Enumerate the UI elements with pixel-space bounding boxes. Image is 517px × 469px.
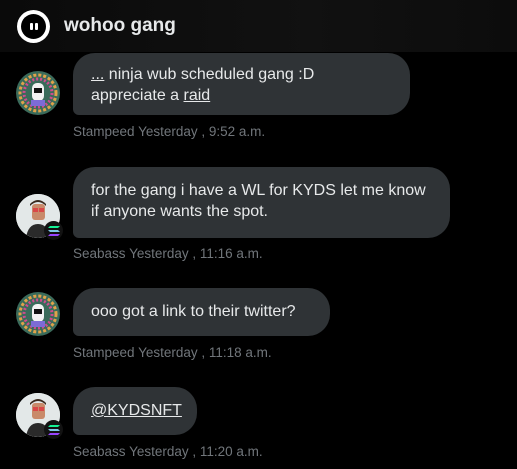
group-avatar-dot — [29, 23, 33, 30]
message-meta: Seabass Yesterday , 11:20 a.m. — [73, 444, 263, 459]
avatar-stampeed[interactable] — [16, 71, 60, 115]
group-avatar-dot — [34, 23, 38, 30]
avatar-stampeed[interactable] — [16, 292, 60, 336]
mention-link[interactable]: @KYDSNFT — [91, 402, 182, 419]
avatar-seabass[interactable] — [16, 194, 63, 240]
message-bubble[interactable]: for the gang i have a WL for KYDS let me… — [73, 167, 450, 238]
avatar-seabass[interactable] — [16, 393, 63, 439]
message-bubble[interactable]: ... ninja wub scheduled gang :D apprecia… — [73, 53, 410, 115]
solana-badge-icon — [44, 420, 63, 439]
group-avatar-icon[interactable] — [17, 10, 50, 43]
message-timestamp: Yesterday , 11:20 a.m. — [129, 444, 263, 459]
stampeed-avatar-image — [16, 292, 60, 336]
message-meta: Seabass Yesterday , 11:16 a.m. — [73, 246, 263, 261]
group-avatar-inner — [21, 14, 46, 39]
conversation-header: wohoo gang — [0, 0, 517, 52]
message-text: ooo got a link to their twitter? — [91, 303, 296, 320]
sender-name[interactable]: Seabass — [73, 246, 126, 261]
message-meta: Stampeed Yesterday , 11:18 a.m. — [73, 345, 272, 360]
solana-badge-icon — [44, 221, 63, 240]
message-timestamp: Yesterday , 9:52 a.m. — [138, 124, 266, 139]
message-bubble[interactable]: @KYDSNFT — [73, 387, 197, 435]
conversation-title[interactable]: wohoo gang — [64, 15, 176, 37]
message-text: for the gang i have a WL for KYDS let me… — [91, 182, 426, 220]
sender-name[interactable]: Seabass — [73, 444, 126, 459]
message-timestamp: Yesterday , 11:18 a.m. — [138, 345, 272, 360]
stampeed-avatar-image — [16, 71, 60, 115]
message-timestamp: Yesterday , 11:16 a.m. — [129, 246, 263, 261]
sender-name[interactable]: Stampeed — [73, 345, 135, 360]
message-bubble[interactable]: ooo got a link to their twitter? — [73, 288, 330, 336]
raid-link[interactable]: raid — [184, 87, 211, 104]
truncation-link[interactable]: ... — [91, 66, 104, 83]
message-meta: Stampeed Yesterday , 9:52 a.m. — [73, 124, 265, 139]
sender-name[interactable]: Stampeed — [73, 124, 135, 139]
